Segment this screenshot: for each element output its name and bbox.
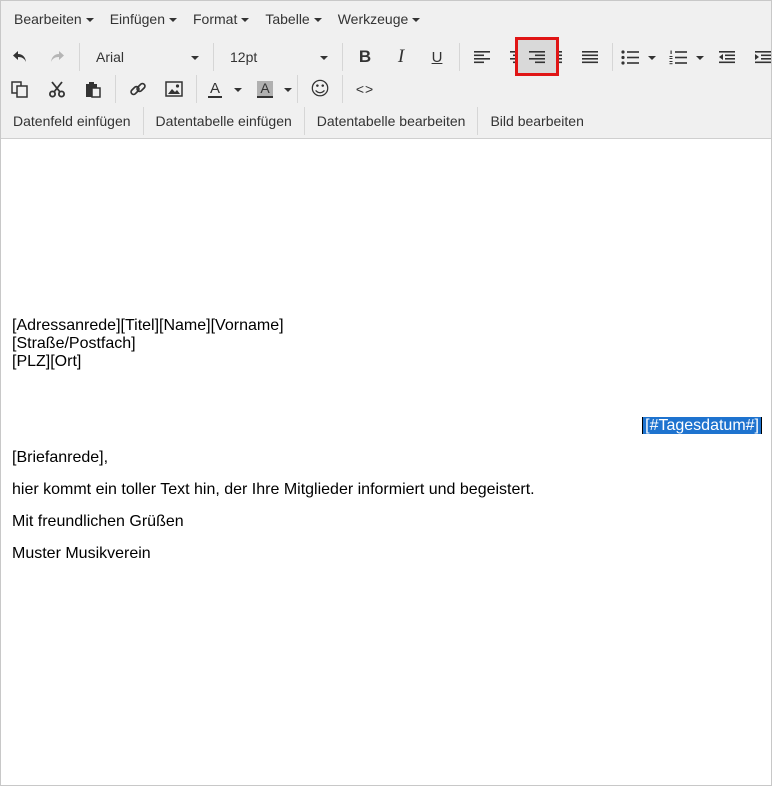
chevron-down-icon (648, 55, 656, 60)
menu-format[interactable]: Format (185, 5, 257, 33)
insert-image-button[interactable] (156, 73, 192, 105)
align-center-button[interactable] (500, 41, 536, 73)
underline-icon: U (431, 48, 443, 66)
menu-label: Einfügen (109, 11, 165, 27)
paste-button[interactable] (75, 73, 111, 105)
toolbar-separator (342, 75, 343, 103)
address-line: [PLZ][Ort] (12, 353, 82, 370)
align-left-icon (474, 51, 490, 64)
emoji-button[interactable]: ☺ (302, 73, 338, 105)
menu-bearbeiten[interactable]: Bearbeiten (6, 5, 102, 33)
menubar: Bearbeiten Einfügen Format Tabelle Werkz… (1, 1, 428, 37)
bullet-list-button[interactable] (617, 41, 657, 73)
toolbar-separator (213, 43, 214, 71)
menu-tabelle[interactable]: Tabelle (257, 5, 329, 33)
toolbar-separator (79, 43, 80, 71)
align-right-button[interactable] (536, 41, 572, 73)
outdent-icon (719, 51, 735, 64)
address-block: [Adressanrede][Titel][Name][Vorname] [St… (12, 317, 284, 371)
numbered-list-button[interactable] (665, 41, 705, 73)
bold-icon: B (358, 47, 372, 66)
smiley-icon: ☺ (310, 78, 330, 100)
toolbar-row-formatting: Arial 12pt B I U (1, 39, 772, 75)
toolbar-row-insert: A A ☺ <> (1, 71, 383, 107)
toolbar-separator (342, 43, 343, 71)
italic-icon: I (397, 46, 405, 67)
chevron-down-icon (320, 55, 328, 60)
menu-label: Tabelle (265, 11, 310, 27)
clipboard-icon (86, 81, 101, 98)
undo-icon (13, 51, 26, 62)
menu-label: Werkzeuge (337, 11, 409, 27)
font-family-value: Arial (96, 49, 125, 65)
source-code-button[interactable]: <> (347, 73, 383, 105)
bullet-list-icon (621, 49, 639, 65)
background-color-button[interactable]: A (251, 73, 293, 105)
insert-link-button[interactable] (120, 73, 156, 105)
toolbar-separator (297, 75, 298, 103)
closing: Mit freundlichen Grüßen (12, 513, 184, 530)
text-color-button[interactable]: A (201, 73, 243, 105)
chevron-down-icon (412, 17, 421, 22)
date-line: [#Tagesdatum#] (642, 416, 762, 435)
align-justify-icon (582, 51, 598, 64)
address-line: [Adressanrede][Titel][Name][Vorname] (12, 317, 284, 334)
scissors-icon (49, 80, 65, 97)
align-center-icon (510, 51, 526, 64)
copy-button[interactable] (1, 73, 39, 105)
body-text: hier kommt ein toller Text hin, der Ihre… (12, 481, 535, 498)
rich-text-editor: Bearbeiten Einfügen Format Tabelle Werkz… (0, 0, 772, 786)
signature: Muster Musikverein (12, 545, 151, 562)
outdent-button[interactable] (709, 41, 745, 73)
indent-icon (755, 51, 771, 64)
font-size-value: 12pt (230, 49, 258, 65)
numbered-list-icon (669, 50, 687, 64)
indent-button[interactable] (745, 41, 772, 73)
font-size-select[interactable]: 12pt (218, 41, 338, 73)
align-left-button[interactable] (464, 41, 500, 73)
toolbar-row-data: Datenfeld einfügen Datentabelle einfügen… (1, 104, 596, 138)
menu-label: Format (193, 11, 238, 27)
redo-icon (51, 51, 64, 62)
toolbar-separator (612, 43, 613, 71)
menu-einfuegen[interactable]: Einfügen (102, 5, 185, 33)
chevron-down-icon (85, 17, 94, 22)
toolbar-separator (196, 75, 197, 103)
redo-button[interactable] (39, 41, 75, 73)
code-icon: <> (355, 81, 375, 97)
italic-button[interactable]: I (383, 41, 419, 73)
chevron-down-icon (241, 17, 250, 22)
chevron-down-icon (191, 55, 199, 60)
chevron-down-icon (696, 55, 704, 60)
insert-datafield-button[interactable]: Datenfeld einfügen (1, 107, 144, 135)
undo-button[interactable] (1, 41, 39, 73)
toolbar-separator (459, 43, 460, 71)
address-line: [Straße/Postfach] (12, 335, 136, 352)
background-color-icon: A (257, 80, 273, 98)
salutation: [Briefanrede], (12, 449, 109, 466)
cut-button[interactable] (39, 73, 75, 105)
menu-werkzeuge[interactable]: Werkzeuge (330, 5, 429, 33)
link-icon (130, 82, 146, 96)
align-right-icon (546, 51, 562, 64)
align-justify-button[interactable] (572, 41, 608, 73)
chevron-down-icon (169, 17, 177, 22)
bold-button[interactable]: B (347, 41, 383, 73)
font-family-select[interactable]: Arial (84, 41, 209, 73)
chevron-down-icon (313, 17, 322, 22)
image-icon (165, 81, 183, 97)
underline-button[interactable]: U (419, 41, 455, 73)
toolbar-separator (115, 75, 116, 103)
text-color-icon: A (207, 79, 222, 98)
edit-image-button[interactable]: Bild bearbeiten (478, 107, 595, 135)
edit-datatable-button[interactable]: Datentabelle bearbeiten (305, 107, 479, 135)
date-field-selected[interactable]: [#Tagesdatum#] (642, 417, 762, 434)
copy-icon (11, 80, 28, 98)
chevron-down-icon (234, 87, 242, 92)
chevron-down-icon (284, 87, 292, 92)
editor-content[interactable]: [Adressanrede][Titel][Name][Vorname] [St… (1, 139, 771, 785)
insert-datatable-button[interactable]: Datentabelle einfügen (144, 107, 305, 135)
menu-label: Bearbeiten (14, 11, 82, 27)
editor-toolbar: Bearbeiten Einfügen Format Tabelle Werkz… (1, 1, 771, 139)
